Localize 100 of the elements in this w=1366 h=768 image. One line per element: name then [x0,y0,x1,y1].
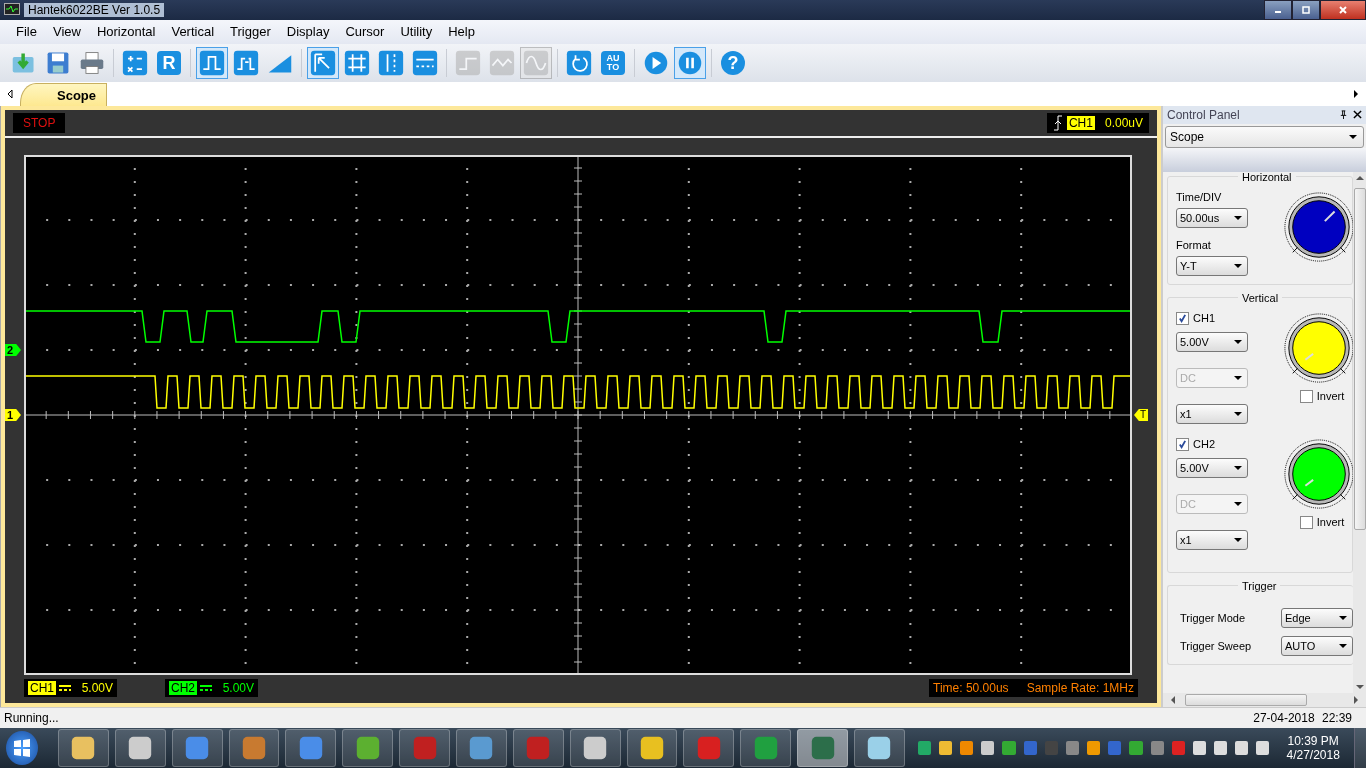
checkbox-label: Invert [1316,390,1345,403]
checkmark-icon [1178,439,1187,449]
taskbar-button[interactable] [285,729,337,767]
caret-icon [1234,215,1242,220]
channel-label: CH1 [28,680,56,695]
taskbar-button[interactable] [455,729,507,767]
menu-item[interactable]: Trigger [222,24,279,40]
channel-marker[interactable]: 2 [5,343,21,356]
taskbar-button[interactable] [57,729,109,767]
maximize-button[interactable] [1292,0,1320,20]
channel-marker[interactable]: 1 [5,408,21,421]
vertical-scrollbar[interactable] [1353,171,1366,694]
dc-coupling-icon [200,684,212,691]
printer-icon [79,49,105,76]
trigger-dropdown[interactable]: AUTO [1281,635,1353,656]
probe-dropdown[interactable]: x1 [1176,529,1248,550]
menu-item[interactable]: Vertical [163,24,223,40]
taskbar-button[interactable] [740,729,792,767]
close-icon [1338,5,1348,15]
tray-icon[interactable] [917,741,931,755]
group-title: Trigger [1238,579,1281,592]
caret-icon [1234,537,1242,542]
run-state: STOP [13,112,66,133]
clock-date: 4/27/2018 [1286,748,1340,762]
clock-time: 10:39 PM [1287,734,1339,748]
field-label: Time/DIV [1176,190,1223,203]
tray-icon[interactable] [1214,741,1228,755]
taskbar-button[interactable] [512,729,564,767]
taskbar-button[interactable] [853,729,905,767]
rotary-knob[interactable] [1282,437,1353,512]
volts-per-div: 5.00V [222,680,254,695]
taskbar-button[interactable] [797,729,848,767]
menu-item[interactable]: Cursor [337,24,393,40]
caret-icon [1349,134,1357,139]
scroll-up-icon[interactable] [1355,175,1364,180]
checkbox[interactable] [1299,515,1313,529]
toolbar-button[interactable] [196,46,228,79]
scroll-down-icon[interactable] [1355,685,1364,690]
checkbox[interactable] [1176,311,1189,325]
rotary-knob[interactable] [1282,190,1353,265]
tab[interactable]: Scope [20,82,107,106]
toolbar-button[interactable] [674,46,706,79]
format-dropdown[interactable]: Y-T [1176,255,1248,276]
caret-icon [1234,465,1242,470]
checkbox[interactable] [1176,437,1189,451]
trigger-dropdown[interactable]: Edge [1281,607,1353,628]
probe-dropdown[interactable]: x1 [1176,403,1248,424]
grid-icon [344,49,370,76]
tray-icon[interactable] [981,741,995,755]
wave-icon [489,49,515,76]
menu-item[interactable]: Utility [392,24,441,40]
maximize-icon [1301,5,1311,15]
pin-icon[interactable] [1339,110,1348,120]
volts-dropdown[interactable]: 5.00V [1176,457,1248,478]
tray-icon[interactable] [1192,741,1206,755]
scroll-right-icon[interactable] [1354,696,1358,705]
toolbar-button[interactable] [307,46,339,79]
menu-item[interactable]: Help [440,24,483,40]
menu-item[interactable]: File [0,24,45,40]
rotary-knob[interactable] [1282,311,1353,386]
trigger-marker[interactable]: T [1134,408,1148,421]
group-title: Horizontal [1238,171,1296,183]
scroll-right-icon[interactable] [1352,88,1360,99]
menu-item[interactable]: Horizontal [88,24,164,40]
menu-item[interactable]: Display [278,24,338,40]
channel-label: CH2 [169,680,197,695]
tray-icon[interactable] [1256,741,1270,755]
start-button[interactable] [6,731,38,765]
checkbox-label: CH2 [1193,438,1215,451]
horizontal-scrollbar[interactable] [1163,693,1366,708]
tray-icon[interactable] [960,741,974,755]
close-icon[interactable] [1353,110,1362,120]
menu-item[interactable]: View [44,24,89,40]
view-dropdown[interactable]: Scope [1165,125,1364,148]
checkbox[interactable] [1299,389,1313,403]
pause-icon [677,49,703,76]
tray-icon[interactable] [1235,741,1249,755]
scroll-left-icon[interactable] [1171,696,1175,705]
time-div-dropdown[interactable]: 50.00us [1176,207,1248,228]
minimize-button[interactable] [1264,0,1292,20]
taskbar-button[interactable] [569,729,621,767]
scroll-left-icon[interactable] [6,88,14,99]
tray-icon[interactable] [1087,741,1101,755]
caret-icon [1234,501,1242,506]
taskbar-button[interactable] [228,729,280,767]
taskbar-button[interactable] [171,729,223,767]
taskbar-button[interactable] [399,729,450,767]
volts-dropdown[interactable]: 5.00V [1176,331,1248,352]
field-label: Trigger Mode [1180,611,1245,624]
taskbar-button[interactable] [114,729,166,767]
tray-icon[interactable] [939,741,953,755]
trigger-level: 0.00uV [1104,115,1143,130]
taskbar-button[interactable] [626,729,678,767]
pulse-icon [199,49,225,76]
caret-icon [1234,263,1242,268]
taskbar-button[interactable] [342,729,394,767]
caret-icon [1234,411,1242,416]
step-icon [455,49,481,76]
close-button[interactable] [1320,0,1366,20]
show-desktop-button[interactable] [1353,728,1366,768]
